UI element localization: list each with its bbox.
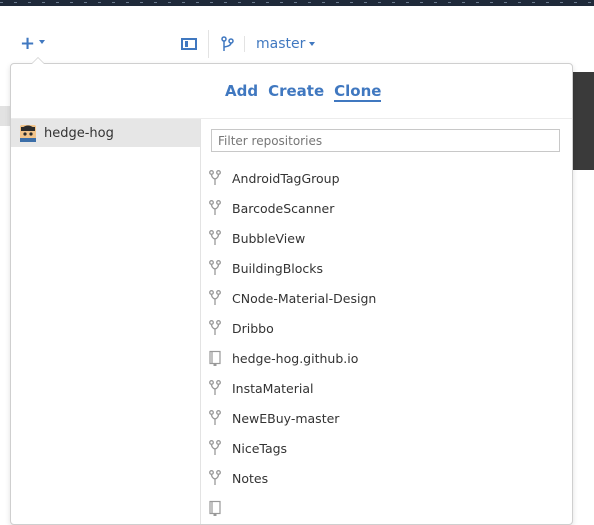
tab-add[interactable]: Add: [225, 80, 258, 102]
repository-list-item[interactable]: Notes: [201, 463, 571, 493]
repository-name: AndroidTagGroup: [232, 170, 340, 186]
add-repository-popover: Add Create Clone hedge-hog AndroidTagGroup…: [10, 57, 573, 525]
repository-name: InstaMaterial: [232, 380, 314, 396]
repository-name: NiceTags: [232, 440, 288, 456]
account-item-hedge-hog[interactable]: hedge-hog: [11, 119, 200, 147]
fork-icon: [209, 440, 221, 456]
toolbar-divider: [208, 30, 209, 58]
repo-icon: [209, 500, 221, 516]
toolbar-divider: [244, 36, 245, 52]
fork-icon: [209, 200, 221, 216]
toolbar: + master: [0, 6, 594, 64]
repository-list: AndroidTagGroup BarcodeScanner BubbleView B…: [201, 163, 571, 523]
repository-name: Notes: [232, 470, 269, 486]
account-list: hedge-hog: [11, 119, 201, 524]
fork-icon: [209, 260, 221, 276]
popover-arrow: [32, 58, 44, 64]
branch-icon[interactable]: [220, 36, 234, 52]
repository-list-item[interactable]: AndroidTagGroup: [201, 163, 571, 193]
repository-list-item[interactable]: BubbleView: [201, 223, 571, 253]
tab-create[interactable]: Create: [268, 80, 324, 102]
background-panel: [572, 72, 594, 170]
repository-name: NewEBuy-master: [232, 410, 340, 426]
chevron-down-icon: [39, 40, 45, 44]
fork-icon: [209, 470, 221, 486]
fork-icon: [209, 230, 221, 246]
repository-name: hedge-hog.github.io: [232, 350, 359, 366]
repository-list-item[interactable]: CNode-Material-Design: [201, 283, 571, 313]
avatar: [20, 124, 36, 142]
tab-clone[interactable]: Clone: [334, 80, 382, 102]
repo-icon: [209, 350, 221, 366]
repository-list-item[interactable]: NiceTags: [201, 433, 571, 463]
chevron-down-icon: [309, 42, 316, 46]
repository-name: BuildingBlocks: [232, 260, 324, 276]
repository-name: Dribbo: [232, 320, 274, 336]
repository-name: BarcodeScanner: [232, 200, 335, 216]
repository-list-item[interactable]: [201, 493, 571, 523]
repository-list-item[interactable]: hedge-hog.github.io: [201, 343, 571, 373]
branch-selector[interactable]: master: [256, 34, 316, 54]
add-repository-button[interactable]: +: [20, 35, 50, 53]
repository-panel: AndroidTagGroup BarcodeScanner BubbleView B…: [201, 119, 572, 524]
plus-icon: +: [20, 33, 36, 54]
repository-name: BubbleView: [232, 230, 306, 246]
background-panel: [0, 106, 10, 126]
fork-icon: [209, 410, 221, 426]
fork-icon: [209, 380, 221, 396]
repository-name: CNode-Material-Design: [232, 290, 377, 306]
repository-list-item[interactable]: InstaMaterial: [201, 373, 571, 403]
branch-name: master: [256, 36, 306, 52]
fork-icon: [209, 170, 221, 186]
fork-icon: [209, 290, 221, 306]
sidebar-toggle-icon[interactable]: [181, 38, 197, 50]
fork-icon: [209, 320, 221, 336]
filter-repositories-input[interactable]: [211, 129, 560, 152]
repository-list-item[interactable]: BarcodeScanner: [201, 193, 571, 223]
repository-list-item[interactable]: NewEBuy-master: [201, 403, 571, 433]
repository-list-item[interactable]: BuildingBlocks: [201, 253, 571, 283]
repository-list-item[interactable]: Dribbo: [201, 313, 571, 343]
account-label: hedge-hog: [44, 125, 114, 141]
popover-tabs: Add Create Clone: [225, 80, 382, 102]
